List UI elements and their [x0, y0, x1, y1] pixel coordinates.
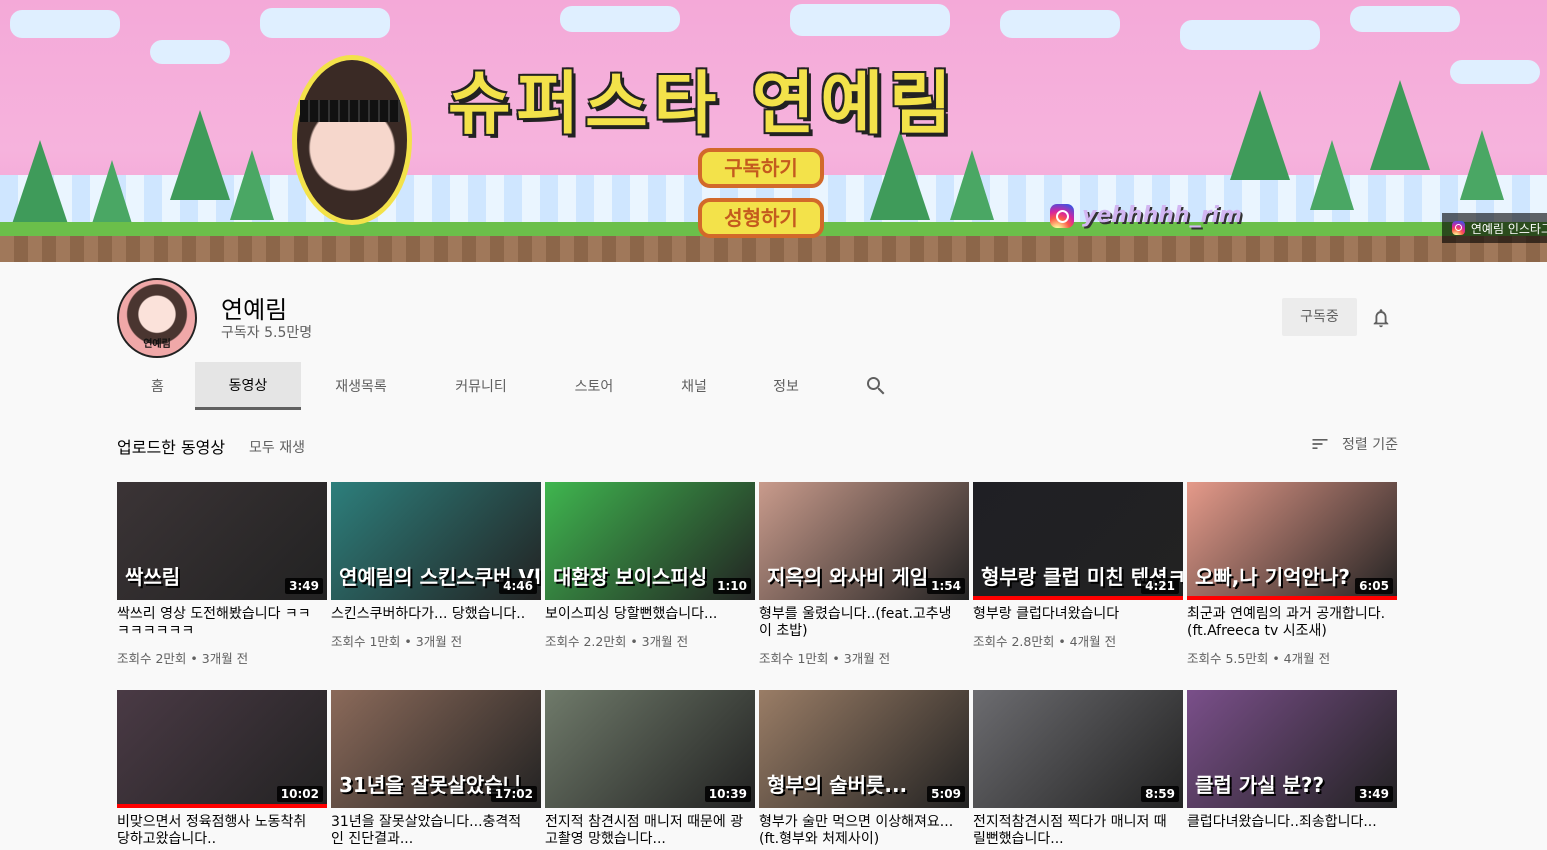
video-card[interactable]: 31년을 잘못살았습니 17:02 31년을 잘못살았습니다...충격적인 진단결과…	[331, 690, 541, 848]
video-title[interactable]: 형부랑 클럽다녀왔습니다	[973, 606, 1173, 623]
banner-portrait	[292, 55, 412, 225]
avatar-label: 연예림	[143, 339, 171, 350]
video-title[interactable]: 비맞으면서 정육점행사 노동착취 당하고왔습니다..	[117, 814, 317, 848]
video-title[interactable]: 형부를 울렸습니다..(feat.고추냉이 초밥)	[759, 606, 959, 640]
subscribed-button[interactable]: 구독중	[1282, 298, 1357, 336]
video-card[interactable]: 10:02 비맞으면서 정육점행사 노동착취 당하고왔습니다..	[117, 690, 327, 848]
video-title[interactable]: 싹쓰리 영상 도전해봤습니다 ㅋㅋㅋㅋㅋㅋㅋㅋ	[117, 606, 317, 640]
video-title[interactable]: 31년을 잘못살았습니다...충격적인 진단결과...	[331, 814, 531, 848]
tab-search[interactable]	[831, 362, 921, 410]
sort-label: 정렬 기준	[1342, 437, 1398, 453]
banner-surgery-graphic: 성형하기	[698, 198, 824, 238]
banner-title: 슈퍼스타 연예림	[448, 65, 958, 144]
tab-store[interactable]: 스토어	[541, 362, 647, 410]
banner-subscribe-graphic: 구독하기	[698, 148, 824, 188]
video-meta: 조회수 2.2만회 • 3개월 전	[545, 634, 689, 649]
video-meta: 조회수 1만회 • 3개월 전	[331, 634, 463, 649]
tab-community[interactable]: 커뮤니티	[421, 362, 541, 410]
video-card[interactable]: 지옥의 와사비 게임 1:54 형부를 울렸습니다..(feat.고추냉이 초밥) 조…	[759, 482, 969, 667]
video-title[interactable]: 보이스피싱 당할뻔했습니다...	[545, 606, 745, 623]
video-duration: 1:10	[713, 578, 751, 594]
video-duration: 6:05	[1355, 578, 1393, 594]
video-card[interactable]: 클럽 가실 분?? 3:49 클럽다녀왔습니다..죄송합니다...	[1187, 690, 1397, 831]
video-card[interactable]: 형부의 술버릇... 5:09 형부가 술만 먹으면 이상해져요...(ft.형부와…	[759, 690, 969, 848]
video-duration: 10:39	[704, 786, 751, 802]
video-title[interactable]: 스킨스쿠버하다가... 당했습니다..	[331, 606, 531, 623]
channel-avatar[interactable]: 연예림	[117, 278, 197, 358]
video-meta: 조회수 2.8만회 • 4개월 전	[973, 634, 1117, 649]
video-duration: 3:49	[285, 578, 323, 594]
video-title[interactable]: 클럽다녀왔습니다..죄송합니다...	[1187, 814, 1387, 831]
banner-instagram: yehhhhh_rim	[1050, 203, 1242, 228]
banner-link-instagram[interactable]: 연예림 인스타그	[1442, 213, 1547, 243]
video-thumbnail[interactable]: 형부의 술버릇... 5:09	[759, 690, 969, 808]
video-duration: 3:49	[1355, 786, 1393, 802]
play-all-link[interactable]: 모두 재생	[249, 437, 305, 457]
video-card[interactable]: 연예림의 스킨스쿠버 Vlog4:46 스킨스쿠버하다가... 당했습니다.. 조회…	[331, 482, 541, 650]
notification-bell-icon[interactable]	[1370, 306, 1392, 330]
video-card[interactable]: 10:39 전지적 참견시점 매니저 때문에 광고촬영 망했습니다...	[545, 690, 755, 848]
video-card[interactable]: 싹쓰림 3:49 싹쓰리 영상 도전해봤습니다 ㅋㅋㅋㅋㅋㅋㅋㅋ 조회수 2만회 • …	[117, 482, 327, 667]
thumbnail-caption: 형부의 술버릇...	[767, 773, 908, 797]
video-duration: 1:54	[927, 578, 965, 594]
channel-header: 연예림 연예림 구독자 5.5만명 구독중 홈 동영상 재생목록 커뮤니티 스토…	[0, 262, 1547, 410]
tab-home[interactable]: 홈	[120, 362, 195, 410]
video-duration: 5:09	[927, 786, 965, 802]
watched-progress-bar	[1187, 596, 1397, 600]
video-title[interactable]: 최군과 연예림의 과거 공개합니다.(ft.Afreeca tv 시조새)	[1187, 606, 1387, 640]
video-thumbnail[interactable]: 싹쓰림 3:49	[117, 482, 327, 600]
instagram-icon	[1050, 203, 1074, 228]
video-meta: 조회수 1만회 • 3개월 전	[759, 651, 891, 666]
video-duration: 10:02	[276, 786, 323, 802]
video-thumbnail[interactable]: 지옥의 와사비 게임 1:54	[759, 482, 969, 600]
video-thumbnail[interactable]: 클럽 가실 분?? 3:49	[1187, 690, 1397, 808]
sort-button[interactable]: 정렬 기준	[1310, 434, 1398, 454]
thumbnail-caption: 클럽 가실 분??	[1195, 773, 1325, 797]
instagram-icon	[1452, 221, 1465, 235]
video-title[interactable]: 형부가 술만 먹으면 이상해져요...(ft.형부와 처제사이)	[759, 814, 959, 848]
video-duration: 4:46	[499, 578, 537, 594]
video-thumbnail[interactable]: 8:59	[973, 690, 1183, 808]
subscriber-count: 구독자 5.5만명	[221, 325, 313, 341]
channel-name: 연예림	[221, 296, 288, 324]
watched-progress-bar	[117, 804, 327, 808]
video-card[interactable]: 형부랑 클럽 미친 텐션ㅋㅋㅋ4:21 형부랑 클럽다녀왔습니다조회수 2.8만회…	[973, 482, 1183, 650]
video-card[interactable]: 오빠,나 기억안나? 6:05 최군과 연예림의 과거 공개합니다.(ft.Afre…	[1187, 482, 1397, 667]
video-duration: 8:59	[1141, 786, 1179, 802]
thumbnail-caption: 오빠,나 기억안나?	[1195, 565, 1350, 589]
video-title[interactable]: 전지적참견시점 찍다가 매니저 때릴뻔했습니다...	[973, 814, 1173, 848]
videos-section: 업로드한 동영상 모두 재생 정렬 기준 싹쓰림 3:49 싹쓰리 영상 도전해봤습…	[0, 410, 1547, 850]
watched-progress-bar	[973, 596, 1183, 600]
video-thumbnail[interactable]: 연예림의 스킨스쿠버 Vlog4:46	[331, 482, 541, 600]
channel-banner: 슈퍼스타 연예림 구독하기 성형하기 yehhhhh_rim 연예림 인스타그	[0, 0, 1547, 262]
search-icon	[867, 377, 885, 395]
video-thumbnail[interactable]: 31년을 잘못살았습니 17:02	[331, 690, 541, 808]
tab-about[interactable]: 정보	[741, 362, 831, 410]
tab-channels[interactable]: 채널	[647, 362, 741, 410]
thumbnail-caption: 대환장 보이스피싱	[553, 565, 708, 589]
channel-tabs: 홈 동영상 재생목록 커뮤니티 스토어 채널 정보	[120, 362, 921, 410]
section-title: 업로드한 동영상	[117, 438, 226, 457]
video-title[interactable]: 전지적 참견시점 매니저 때문에 광고촬영 망했습니다...	[545, 814, 745, 848]
video-thumbnail[interactable]: 오빠,나 기억안나? 6:05	[1187, 482, 1397, 600]
video-duration: 4:21	[1141, 578, 1179, 594]
thumbnail-caption: 싹쓰림	[125, 565, 181, 589]
video-thumbnail[interactable]: 10:39	[545, 690, 755, 808]
video-thumbnail[interactable]: 대환장 보이스피싱 1:10	[545, 482, 755, 600]
video-meta: 조회수 2만회 • 3개월 전	[117, 651, 249, 666]
pixel-sunglasses-icon	[300, 100, 400, 122]
video-card[interactable]: 8:59 전지적참견시점 찍다가 매니저 때릴뻔했습니다...	[973, 690, 1183, 848]
video-thumbnail[interactable]: 형부랑 클럽 미친 텐션ㅋㅋㅋ4:21	[973, 482, 1183, 600]
tab-playlists[interactable]: 재생목록	[301, 362, 421, 410]
thumbnail-caption: 지옥의 와사비 게임	[767, 565, 929, 589]
sort-icon	[1312, 439, 1328, 449]
banner-link-label: 연예림 인스타그	[1470, 221, 1547, 236]
video-card[interactable]: 대환장 보이스피싱 1:10 보이스피싱 당할뻔했습니다... 조회수 2.2만회 •…	[545, 482, 755, 650]
video-thumbnail[interactable]: 10:02	[117, 690, 327, 808]
instagram-handle: yehhhhh_rim	[1082, 203, 1242, 228]
tab-videos[interactable]: 동영상	[195, 362, 301, 410]
video-duration: 17:02	[490, 786, 537, 802]
video-meta: 조회수 5.5만회 • 4개월 전	[1187, 651, 1331, 666]
